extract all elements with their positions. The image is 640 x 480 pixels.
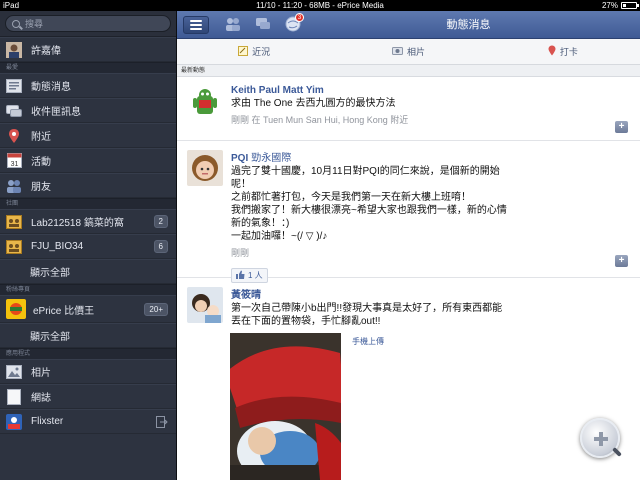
upload-source-link[interactable]: 手機上傳 xyxy=(352,336,384,347)
show-all-label: 顯示全部 xyxy=(30,268,70,279)
story-author-name[interactable]: PQI xyxy=(231,153,248,164)
status-button[interactable]: 近況 xyxy=(177,39,331,64)
nearby-pin-icon xyxy=(6,128,22,144)
message-line: 過完了雙十國慶，10月11日對PQI的同仁來說，是個新的開始 xyxy=(231,166,500,177)
story-author-page[interactable]: 勁永國際 xyxy=(251,153,291,164)
count-badge: 6 xyxy=(153,240,168,253)
eprice-logo-icon xyxy=(6,299,26,319)
sidebar-item-flixster[interactable]: Flixster xyxy=(0,409,176,434)
search-icon xyxy=(12,19,20,28)
friends-icon xyxy=(6,178,22,194)
story-photo[interactable] xyxy=(230,333,341,480)
pencil-icon xyxy=(238,45,249,58)
sidebar-item-page-eprice[interactable]: ePrice 比價王 20+ xyxy=(0,295,176,323)
sidebar-item-notes[interactable]: 網誌 xyxy=(0,384,176,409)
story-message: 求由 The One 去西九圓方的最快方法 xyxy=(231,98,396,109)
logout-icon[interactable] xyxy=(156,415,168,428)
story-meta: 剛剛 xyxy=(231,248,250,258)
story-action-button[interactable]: + xyxy=(615,255,628,267)
sidebar-item-label: 附近 xyxy=(31,132,51,143)
battery-percent: 27% xyxy=(601,1,618,10)
search-bar: 搜尋 xyxy=(0,11,176,37)
group-icon xyxy=(6,214,22,230)
zoom-magnifier-button[interactable] xyxy=(580,418,622,458)
count-badge: 2 xyxy=(153,215,168,228)
sidebar-item-label: ePrice 比價王 xyxy=(33,305,95,317)
notes-icon xyxy=(6,388,22,405)
sidebar-profile[interactable]: 許嘉偉 xyxy=(0,37,176,62)
section-favorites: 最愛 xyxy=(0,62,176,73)
sidebar-item-label: 動態消息 xyxy=(31,82,71,93)
sidebar-item-label: 網誌 xyxy=(31,393,51,404)
search-input[interactable]: 搜尋 xyxy=(5,15,171,32)
photos-icon xyxy=(6,364,22,380)
avatar[interactable] xyxy=(187,86,223,122)
feed-story: PQI 勁永國際 過完了雙十國慶，10月11日對PQI的同仁來說，是個新的開始 呢… xyxy=(177,141,640,283)
section-apps: 應用程式 xyxy=(0,348,176,359)
sidebar-item-label: Flixster xyxy=(31,416,64,427)
sidebar-item-group-fju[interactable]: FJU_BIO34 6 xyxy=(0,234,176,259)
pages-show-all[interactable]: 顯示全部 xyxy=(0,323,176,348)
story-message: 過完了雙十國慶，10月11日對PQI的同仁來說，是個新的開始 呢！ 之前都忙著打… xyxy=(231,165,630,243)
profile-avatar xyxy=(6,41,22,58)
group-icon xyxy=(6,239,22,255)
feed-story: Keith Paul Matt Yim 求由 The One 去西九圓方的最快方… xyxy=(177,77,640,141)
checkin-button-label: 打卡 xyxy=(559,47,578,57)
sidebar-item-photos[interactable]: 相片 xyxy=(0,359,176,384)
story-author[interactable]: 黃筱晴 xyxy=(231,286,630,301)
feed-sort-label: 最新動態 xyxy=(177,65,640,77)
status-bar: iPad 11/10 - 11:20 - 68MB - ePrice Media… xyxy=(0,0,640,11)
message-line: 第一次自己帶陳小b出門!!發現大事真是太好了，所有東西都能 xyxy=(231,303,503,314)
section-groups: 社團 xyxy=(0,198,176,209)
photo-button-label: 相片 xyxy=(406,47,425,57)
top-navbar: 3 動態消息 xyxy=(177,11,640,39)
sidebar-item-events[interactable]: 31 活動 xyxy=(0,148,176,173)
message-line: 我們搬家了！新大樓很漂亮~希望大家也跟我們一樣，新的心情 xyxy=(231,205,507,216)
checkin-button[interactable]: 打卡 xyxy=(486,39,640,64)
story-meta: 剛剛 在 Tuen Mun San Hui, Hong Kong 附近 xyxy=(231,115,409,125)
location-pin-icon xyxy=(548,45,556,58)
message-line: 丟在下面的置物袋，手忙腳亂out!! xyxy=(231,316,381,327)
avatar[interactable] xyxy=(187,150,223,186)
message-line: 之前都忙著打包，今天是我們第一天在新大樓上班唷！ xyxy=(231,192,471,203)
message-line: 新的氣象！：) xyxy=(231,218,290,229)
photo-button[interactable]: 相片 xyxy=(331,39,485,64)
sidebar-item-label: FJU_BIO34 xyxy=(31,241,84,252)
show-all-label: 顯示全部 xyxy=(30,332,70,343)
composer-action-bar: 近況 相片 打卡 xyxy=(177,39,640,65)
sidebar-item-label: 收件匣訊息 xyxy=(31,107,81,118)
sidebar-item-news-feed[interactable]: 動態消息 xyxy=(0,73,176,98)
message-line: 一起加油囉！~(/ ▽ )/♪ xyxy=(231,231,328,242)
story-message: 第一次自己帶陳小b出門!!發現大事真是太好了，所有東西都能 丟在下面的置物袋，手… xyxy=(231,302,630,328)
count-badge: 20+ xyxy=(144,302,168,316)
sidebar-item-label: Lab212518 鎬菜的窩 xyxy=(31,218,124,229)
news-feed-icon xyxy=(6,78,22,94)
status-button-label: 近況 xyxy=(252,47,271,57)
page-title: 動態消息 xyxy=(446,19,491,31)
search-placeholder: 搜尋 xyxy=(25,19,44,29)
profile-name: 許嘉偉 xyxy=(31,46,61,57)
section-pages: 粉絲專頁 xyxy=(0,284,176,295)
sidebar: 搜尋 許嘉偉 最愛 動態消息 收件匣訊息 附近 31 活動 朋友 社團 Lab2… xyxy=(0,11,176,480)
story-action-button[interactable]: + xyxy=(615,121,628,133)
sidebar-item-label: 朋友 xyxy=(31,182,51,193)
sidebar-item-inbox[interactable]: 收件匣訊息 xyxy=(0,98,176,123)
story-author[interactable]: Keith Paul Matt Yim xyxy=(231,85,630,96)
groups-show-all[interactable]: 顯示全部 xyxy=(0,259,176,284)
sidebar-item-label: 活動 xyxy=(31,157,51,168)
avatar[interactable] xyxy=(187,287,223,323)
flixster-icon xyxy=(6,413,22,430)
story-author: PQI 勁永國際 xyxy=(231,149,630,164)
message-line: 呢！ xyxy=(231,179,251,190)
status-center-text: 11/10 - 11:20 - 68MB - ePrice Media xyxy=(256,1,384,10)
calendar-icon: 31 xyxy=(6,153,22,169)
sidebar-item-friends[interactable]: 朋友 xyxy=(0,173,176,198)
camera-icon xyxy=(391,46,403,57)
battery-icon xyxy=(621,2,639,9)
svg-text:31: 31 xyxy=(10,161,18,168)
sidebar-item-nearby[interactable]: 附近 xyxy=(0,123,176,148)
sidebar-item-label: 相片 xyxy=(31,368,51,379)
inbox-icon xyxy=(6,103,22,119)
sidebar-item-group-lab[interactable]: Lab212518 鎬菜的窩 2 xyxy=(0,209,176,234)
